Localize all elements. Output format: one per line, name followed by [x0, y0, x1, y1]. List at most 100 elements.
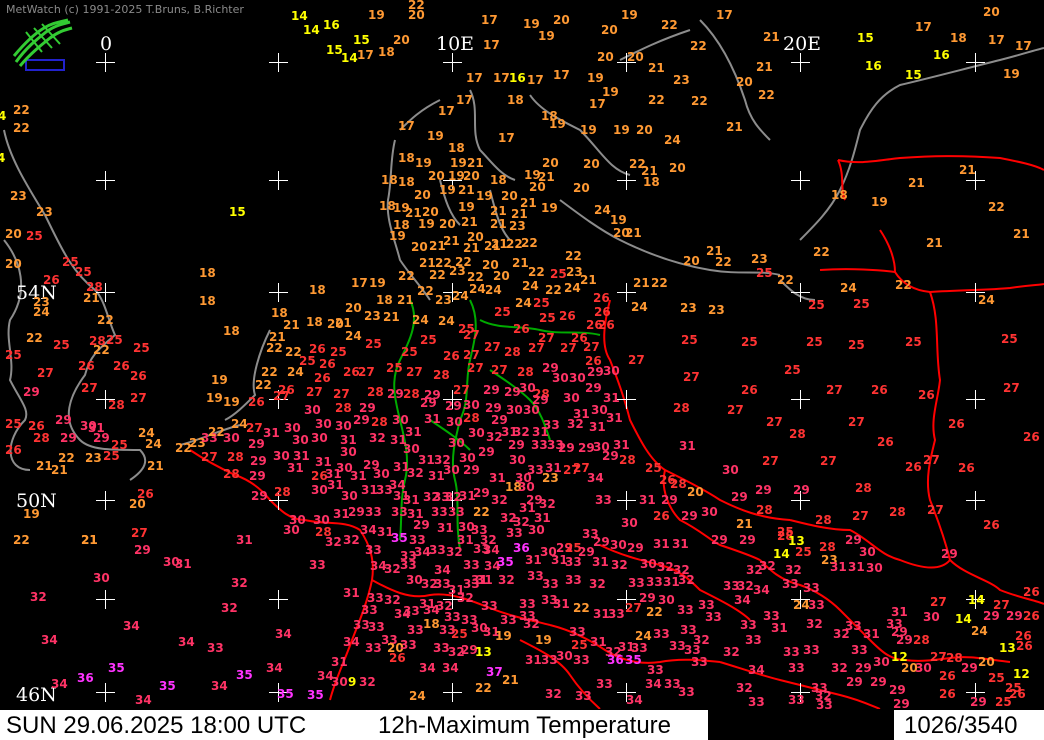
temperature-observation: 22: [429, 268, 446, 282]
temperature-observation: 25: [806, 335, 823, 349]
temperature-observation: 24: [452, 289, 469, 303]
temperature-observation: 30: [610, 538, 627, 552]
temperature-observation: 29: [846, 675, 863, 689]
temperature-observation: 33: [803, 643, 820, 657]
temperature-observation: 27: [81, 381, 98, 395]
temperature-observation: 27: [453, 383, 470, 397]
temperature-observation: 30: [463, 398, 480, 412]
temperature-observation: 22: [646, 605, 663, 619]
temperature-observation: 26: [314, 371, 331, 385]
temperature-observation: 33: [783, 645, 800, 659]
temperature-observation: 21: [1013, 227, 1030, 241]
temperature-observation: 32: [231, 576, 248, 590]
temperature-observation: 31: [679, 439, 696, 453]
temperature-observation: 29: [413, 518, 430, 532]
temperature-observation: 22: [690, 39, 707, 53]
temperature-observation: 34: [123, 619, 140, 633]
temperature-observation: 24: [978, 293, 995, 307]
temperature-observation: 29: [463, 463, 480, 477]
temperature-observation: 20: [5, 257, 22, 271]
temperature-observation: 17: [915, 20, 932, 34]
temperature-observation: 33: [365, 543, 382, 557]
temperature-observation: 34: [51, 677, 68, 691]
temperature-observation: 31: [606, 411, 623, 425]
temperature-observation: 22: [475, 681, 492, 695]
temperature-observation: 22: [813, 245, 830, 259]
temperature-observation: 27: [848, 415, 865, 429]
temperature-observation: 27: [333, 387, 350, 401]
temperature-observation: 20: [5, 227, 22, 241]
temperature-observation: 23: [680, 301, 697, 315]
temperature-observation: 27: [406, 365, 423, 379]
temperature-observation: 22: [988, 200, 1005, 214]
temperature-observation: 29: [55, 413, 72, 427]
temperature-observation: 28: [889, 505, 906, 519]
temperature-observation: 25: [550, 267, 567, 281]
temperature-observation: 33: [542, 577, 559, 591]
temperature-observation: 26: [905, 460, 922, 474]
temperature-observation: 28: [335, 401, 352, 415]
temperature-observation: 26: [741, 383, 758, 397]
temperature-observation: 22: [651, 276, 668, 290]
temperature-observation: 30: [331, 675, 348, 689]
temperature-observation: 21: [383, 310, 400, 324]
grid-cross: [617, 171, 636, 190]
temperature-observation: 21: [726, 120, 743, 134]
temperature-observation: 20: [601, 23, 618, 37]
temperature-observation: 30: [223, 431, 240, 445]
temperature-observation: 20: [428, 169, 445, 183]
temperature-observation: 18: [378, 45, 395, 59]
temperature-observation: 35: [625, 653, 642, 667]
temperature-observation: 30: [311, 431, 328, 445]
temperature-observation: 28: [223, 467, 240, 481]
temperature-observation: 30: [283, 523, 300, 537]
temperature-observation: 25: [988, 671, 1005, 685]
temperature-observation: 19: [206, 391, 223, 405]
temperature-observation: 31: [418, 453, 435, 467]
temperature-observation: 21: [908, 176, 925, 190]
temperature-observation: 22: [661, 18, 678, 32]
temperature-observation: 27: [131, 526, 148, 540]
temperature-observation: 21: [461, 215, 478, 229]
temperature-observation: 33: [573, 653, 590, 667]
temperature-observation: 32: [498, 573, 515, 587]
temperature-observation: 25: [539, 311, 556, 325]
temperature-observation: 30: [923, 610, 940, 624]
temperature-observation: 26: [559, 309, 576, 323]
temperature-observation: 26: [78, 359, 95, 373]
temperature-observation: 29: [970, 695, 987, 709]
temperature-observation: 17: [483, 38, 500, 52]
temperature-observation: 29: [627, 541, 644, 555]
temperature-observation: 16: [323, 18, 340, 32]
temperature-observation: 29: [681, 509, 698, 523]
temperature-observation: 23: [509, 219, 526, 233]
temperature-observation: 31: [848, 560, 865, 574]
temperature-observation: 17: [716, 8, 733, 22]
temperature-observation: 20: [411, 240, 428, 254]
temperature-observation: 33: [400, 638, 417, 652]
temperature-observation: 33: [403, 604, 420, 618]
temperature-observation: 27: [727, 403, 744, 417]
temperature-observation: 25: [795, 545, 812, 559]
temperature-observation: 30: [552, 371, 569, 385]
temperature-observation: 31: [175, 557, 192, 571]
temperature-observation: 25: [848, 338, 865, 352]
temperature-observation: 32: [513, 425, 530, 439]
temperature-observation: 34: [135, 693, 152, 707]
temperature-observation: 18: [950, 31, 967, 45]
temperature-observation: 26: [598, 318, 615, 332]
temperature-observation: 24: [438, 314, 455, 328]
temperature-observation: 26: [513, 322, 530, 336]
temperature-observation: 22: [565, 249, 582, 263]
grid-cross: [269, 53, 288, 72]
temperature-observation: 33: [391, 505, 408, 519]
temperature-observation: 20: [583, 157, 600, 171]
temperature-observation: 19: [1003, 67, 1020, 81]
temperature-observation: 9: [348, 675, 357, 689]
temperature-observation: 26: [1016, 639, 1033, 653]
temperature-observation: 34: [360, 523, 377, 537]
temperature-observation: 30: [569, 371, 586, 385]
temperature-observation: 19: [369, 276, 386, 290]
temperature-observation: 33: [541, 653, 558, 667]
temperature-observation: 20: [683, 254, 700, 268]
